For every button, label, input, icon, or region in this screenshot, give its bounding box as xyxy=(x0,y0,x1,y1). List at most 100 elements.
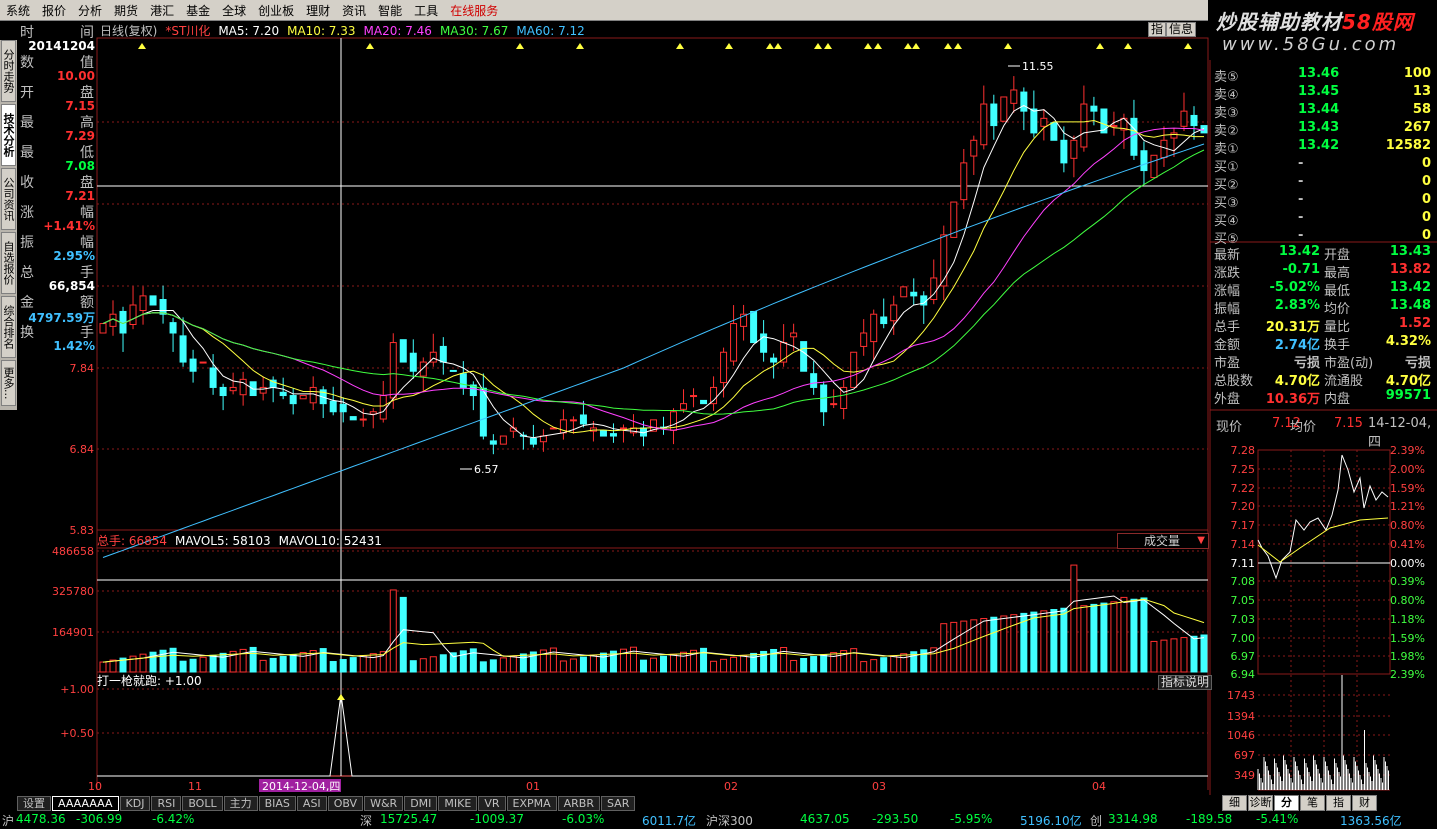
stat-row[interactable]: 外盘 10.36万 内盘 99571 xyxy=(1210,388,1437,407)
orderbook-price[interactable]: - xyxy=(1298,228,1303,243)
status-item[interactable]: 深 xyxy=(360,812,372,829)
orderbook-row[interactable]: 卖⑤ 13.46 100 xyxy=(1210,66,1437,85)
stat-value[interactable]: 10.36万 xyxy=(1266,388,1320,407)
stat-value[interactable]: 亏损 xyxy=(1405,352,1431,371)
stat-label[interactable]: 最新 xyxy=(1214,244,1240,263)
indicator-tab[interactable]: 主力 xyxy=(223,795,258,811)
stat-row[interactable]: 市盈 亏损 市盈(动) 亏损 xyxy=(1210,352,1437,371)
stat-label[interactable]: 流通股 xyxy=(1324,370,1363,389)
status-item[interactable]: 4637.05 xyxy=(800,812,850,826)
right-tab[interactable]: 指 xyxy=(1326,795,1351,811)
indicator-tab[interactable]: BOLL xyxy=(182,795,223,811)
orderbook-label[interactable]: 买② xyxy=(1214,174,1239,193)
mini-header-avg-lbl[interactable]: 均价 xyxy=(1290,416,1316,435)
stat-label[interactable]: 振幅 xyxy=(1214,298,1240,317)
orderbook-label[interactable]: 买④ xyxy=(1214,210,1239,229)
status-item[interactable]: 15725.47 xyxy=(380,812,437,826)
indicator-tab[interactable]: AAAAAAA xyxy=(52,795,119,811)
stat-value[interactable]: 2.74亿 xyxy=(1275,334,1320,353)
status-item[interactable]: -306.99 xyxy=(76,812,122,826)
indicator-tab[interactable]: MIKE xyxy=(438,795,478,811)
indicator-help-button[interactable]: 指标说明 xyxy=(1158,675,1213,690)
indicator-tab[interactable]: SAR xyxy=(601,795,636,811)
orderbook-row[interactable]: 买① - 0 xyxy=(1210,156,1437,175)
status-item[interactable]: 1363.56亿 xyxy=(1340,812,1402,829)
stat-value[interactable]: 4.70亿 xyxy=(1386,370,1431,389)
indicator-tab[interactable]: 设置 xyxy=(17,795,51,811)
right-tab[interactable]: 分 xyxy=(1274,795,1299,811)
stat-label[interactable]: 金额 xyxy=(1214,334,1240,353)
right-tab[interactable]: 诊断 xyxy=(1248,795,1273,811)
stat-value[interactable]: 13.82 xyxy=(1390,262,1431,277)
orderbook-label[interactable]: 卖① xyxy=(1214,138,1239,157)
stat-value[interactable]: 13.43 xyxy=(1390,244,1431,259)
indicator-tab[interactable]: ARBR xyxy=(557,795,600,811)
right-tab[interactable]: 笔 xyxy=(1300,795,1325,811)
volume-dropdown[interactable]: 成交量 ▼ xyxy=(1117,533,1209,549)
orderbook-row[interactable]: 卖① 13.42 12582 xyxy=(1210,138,1437,157)
stat-label[interactable]: 内盘 xyxy=(1324,388,1350,407)
status-item[interactable]: 4478.36 xyxy=(16,812,66,826)
stat-label[interactable]: 最低 xyxy=(1324,280,1350,299)
orderbook-price[interactable]: - xyxy=(1298,156,1303,171)
status-item[interactable]: -1009.37 xyxy=(470,812,524,826)
stat-value[interactable]: 20.31万 xyxy=(1266,316,1320,335)
stat-label[interactable]: 市盈(动) xyxy=(1324,352,1373,371)
orderbook-price[interactable]: 13.42 xyxy=(1298,138,1339,153)
indicator-tab[interactable]: OBV xyxy=(327,795,364,811)
orderbook-label[interactable]: 卖⑤ xyxy=(1214,66,1239,85)
orderbook-price[interactable]: 13.46 xyxy=(1298,66,1339,81)
stat-label[interactable]: 开盘 xyxy=(1324,244,1350,263)
stat-label[interactable]: 换手 xyxy=(1324,334,1350,353)
stat-label[interactable]: 总手 xyxy=(1214,316,1240,335)
mini-header-avg[interactable]: 7.15 xyxy=(1334,416,1363,431)
right-tab[interactable]: 细 xyxy=(1222,795,1247,811)
status-item[interactable]: -5.41% xyxy=(1256,812,1298,826)
status-item[interactable]: 沪深300 xyxy=(706,812,753,829)
status-item[interactable]: -293.50 xyxy=(872,812,918,826)
orderbook-price[interactable]: - xyxy=(1298,210,1303,225)
stat-value[interactable]: 13.48 xyxy=(1390,298,1431,313)
orderbook-price[interactable]: 13.43 xyxy=(1298,120,1339,135)
stat-row[interactable]: 金额 2.74亿 换手 4.32% xyxy=(1210,334,1437,353)
stat-label[interactable]: 最高 xyxy=(1324,262,1350,281)
orderbook-label[interactable]: 卖③ xyxy=(1214,102,1239,121)
orderbook-volume[interactable]: 12582 xyxy=(1386,138,1431,153)
status-item[interactable]: -5.95% xyxy=(950,812,992,826)
mini-header-now-lbl[interactable]: 现价 xyxy=(1216,416,1242,435)
stat-label[interactable]: 总股数 xyxy=(1214,370,1253,389)
stat-row[interactable]: 振幅 2.83% 均价 13.48 xyxy=(1210,298,1437,317)
stat-value[interactable]: -5.02% xyxy=(1270,280,1321,295)
status-item[interactable]: 沪 xyxy=(2,812,14,829)
stat-value[interactable]: 4.70亿 xyxy=(1275,370,1320,389)
orderbook-volume[interactable]: 0 xyxy=(1422,156,1431,171)
indicator-tab[interactable]: EXPMA xyxy=(506,795,557,811)
indicator-tab[interactable]: DMI xyxy=(404,795,438,811)
status-item[interactable]: 5196.10亿 xyxy=(1020,812,1082,829)
stat-label[interactable]: 均价 xyxy=(1324,298,1350,317)
stat-label[interactable]: 量比 xyxy=(1324,316,1350,335)
indicator-tab[interactable]: BIAS xyxy=(258,795,296,811)
orderbook-price[interactable]: 13.45 xyxy=(1298,84,1339,99)
orderbook-volume[interactable]: 0 xyxy=(1422,192,1431,207)
indicator-tab[interactable]: W&R xyxy=(364,795,404,811)
orderbook-price[interactable]: - xyxy=(1298,192,1303,207)
mini-chart-header[interactable]: 现价 7.12 均价 7.15 14-12-04,四 xyxy=(1210,416,1437,450)
orderbook-volume[interactable]: 0 xyxy=(1422,210,1431,225)
orderbook-price[interactable]: - xyxy=(1298,174,1303,189)
orderbook-row[interactable]: 买③ - 0 xyxy=(1210,192,1437,211)
stat-value[interactable]: 1.52 xyxy=(1399,316,1431,331)
indicator-tab[interactable]: RSI xyxy=(151,795,182,811)
stat-label[interactable]: 市盈 xyxy=(1214,352,1240,371)
stat-value[interactable]: 13.42 xyxy=(1390,280,1431,295)
stat-value[interactable]: 2.83% xyxy=(1275,298,1320,313)
stat-value[interactable]: 亏损 xyxy=(1294,352,1320,371)
orderbook-price[interactable]: 13.44 xyxy=(1298,102,1339,117)
stat-label[interactable]: 涨幅 xyxy=(1214,280,1240,299)
orderbook-label[interactable]: 卖④ xyxy=(1214,84,1239,103)
orderbook-row[interactable]: 卖④ 13.45 13 xyxy=(1210,84,1437,103)
stat-value[interactable]: 13.42 xyxy=(1279,244,1320,259)
stat-row[interactable]: 最新 13.42 开盘 13.43 xyxy=(1210,244,1437,263)
status-item[interactable]: -6.42% xyxy=(152,812,194,826)
stat-value[interactable]: 4.32% xyxy=(1386,334,1431,349)
